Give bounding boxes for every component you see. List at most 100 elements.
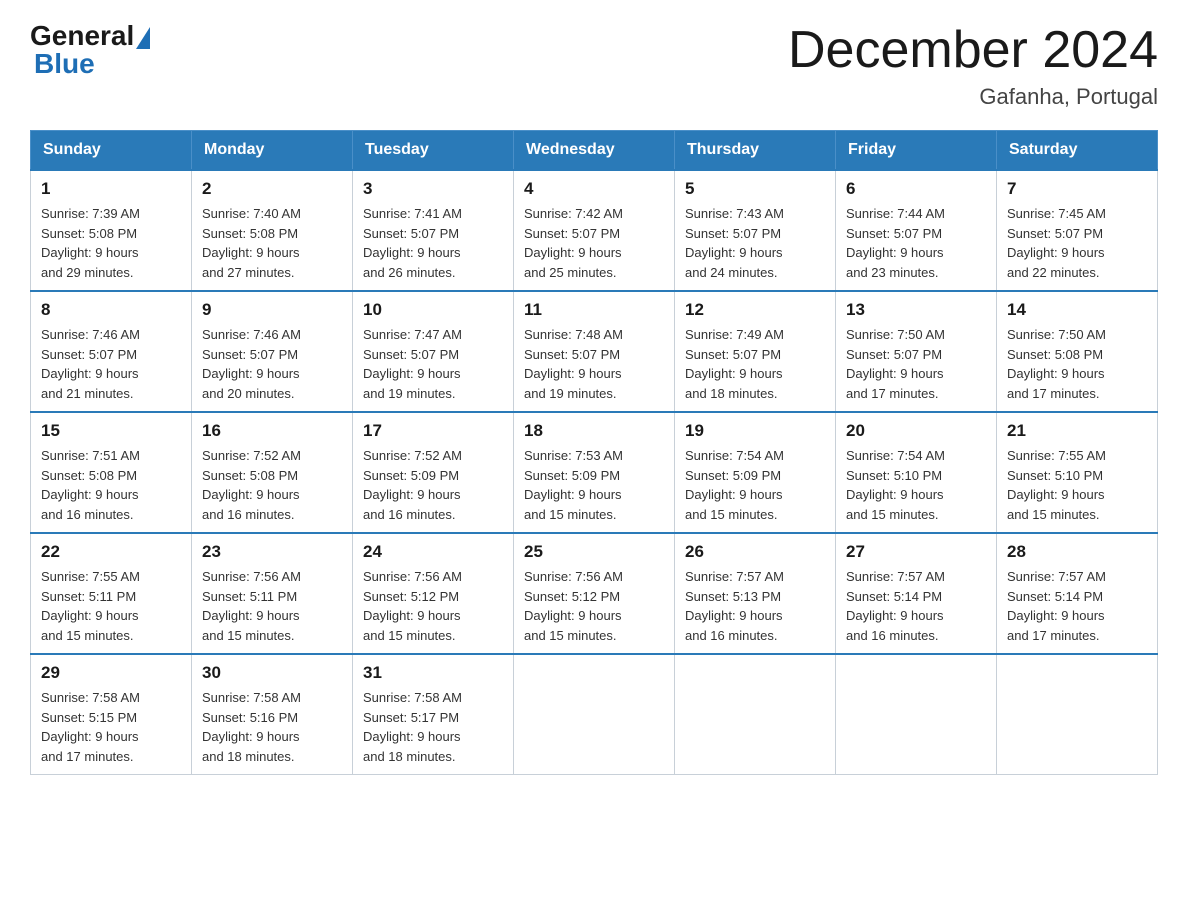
day-cell-26: 26Sunrise: 7:57 AMSunset: 5:13 PMDayligh… xyxy=(675,533,836,654)
day-info-21: Sunrise: 7:55 AMSunset: 5:10 PMDaylight:… xyxy=(1007,446,1147,524)
day-info-4: Sunrise: 7:42 AMSunset: 5:07 PMDaylight:… xyxy=(524,204,664,282)
day-number-26: 26 xyxy=(685,542,825,562)
day-number-13: 13 xyxy=(846,300,986,320)
day-cell-16: 16Sunrise: 7:52 AMSunset: 5:08 PMDayligh… xyxy=(192,412,353,533)
day-cell-27: 27Sunrise: 7:57 AMSunset: 5:14 PMDayligh… xyxy=(836,533,997,654)
title-block: December 2024 Gafanha, Portugal xyxy=(788,20,1158,110)
day-info-20: Sunrise: 7:54 AMSunset: 5:10 PMDaylight:… xyxy=(846,446,986,524)
day-number-28: 28 xyxy=(1007,542,1147,562)
day-info-29: Sunrise: 7:58 AMSunset: 5:15 PMDaylight:… xyxy=(41,688,181,766)
day-cell-29: 29 Sunrise: 7:58 AMSunset: 5:15 PMDayligh… xyxy=(31,654,192,775)
day-info-11: Sunrise: 7:48 AMSunset: 5:07 PMDaylight:… xyxy=(524,325,664,403)
day-info-5: Sunrise: 7:43 AMSunset: 5:07 PMDaylight:… xyxy=(685,204,825,282)
day-info-30: Sunrise: 7:58 AMSunset: 5:16 PMDaylight:… xyxy=(202,688,342,766)
day-number-23: 23 xyxy=(202,542,342,562)
day-number-6: 6 xyxy=(846,179,986,199)
day-cell-15: 15 Sunrise: 7:51 AMSunset: 5:08 PMDayligh… xyxy=(31,412,192,533)
day-cell-3: 3 Sunrise: 7:41 AMSunset: 5:07 PMDaylight… xyxy=(353,170,514,291)
calendar-header-row: SundayMondayTuesdayWednesdayThursdayFrid… xyxy=(31,131,1158,171)
day-info-8: Sunrise: 7:46 AMSunset: 5:07 PMDaylight:… xyxy=(41,325,181,403)
page-header: General Blue December 2024 Gafanha, Port… xyxy=(30,20,1158,110)
day-number-8: 8 xyxy=(41,300,181,320)
week-row-3: 15 Sunrise: 7:51 AMSunset: 5:08 PMDayligh… xyxy=(31,412,1158,533)
day-cell-19: 19 Sunrise: 7:54 AMSunset: 5:09 PMDayligh… xyxy=(675,412,836,533)
day-cell-2: 2 Sunrise: 7:40 AMSunset: 5:08 PMDaylight… xyxy=(192,170,353,291)
col-header-wednesday: Wednesday xyxy=(514,131,675,171)
day-cell-5: 5 Sunrise: 7:43 AMSunset: 5:07 PMDaylight… xyxy=(675,170,836,291)
week-row-4: 22Sunrise: 7:55 AMSunset: 5:11 PMDayligh… xyxy=(31,533,1158,654)
day-number-1: 1 xyxy=(41,179,181,199)
calendar-table: SundayMondayTuesdayWednesdayThursdayFrid… xyxy=(30,130,1158,775)
col-header-sunday: Sunday xyxy=(31,131,192,171)
day-number-15: 15 xyxy=(41,421,181,441)
day-number-20: 20 xyxy=(846,421,986,441)
day-cell-7: 7Sunrise: 7:45 AMSunset: 5:07 PMDaylight… xyxy=(997,170,1158,291)
location: Gafanha, Portugal xyxy=(788,84,1158,110)
day-cell-28: 28 Sunrise: 7:57 AMSunset: 5:14 PMDayligh… xyxy=(997,533,1158,654)
day-cell-20: 20 Sunrise: 7:54 AMSunset: 5:10 PMDayligh… xyxy=(836,412,997,533)
day-number-30: 30 xyxy=(202,663,342,683)
day-info-6: Sunrise: 7:44 AMSunset: 5:07 PMDaylight:… xyxy=(846,204,986,282)
logo: General Blue xyxy=(30,20,152,80)
week-row-2: 8 Sunrise: 7:46 AMSunset: 5:07 PMDaylight… xyxy=(31,291,1158,412)
day-cell-31: 31 Sunrise: 7:58 AMSunset: 5:17 PMDayligh… xyxy=(353,654,514,775)
col-header-tuesday: Tuesday xyxy=(353,131,514,171)
empty-cell xyxy=(997,654,1158,775)
day-info-18: Sunrise: 7:53 AMSunset: 5:09 PMDaylight:… xyxy=(524,446,664,524)
day-info-3: Sunrise: 7:41 AMSunset: 5:07 PMDaylight:… xyxy=(363,204,503,282)
day-cell-12: 12Sunrise: 7:49 AMSunset: 5:07 PMDayligh… xyxy=(675,291,836,412)
day-number-25: 25 xyxy=(524,542,664,562)
day-info-9: Sunrise: 7:46 AMSunset: 5:07 PMDaylight:… xyxy=(202,325,342,403)
day-cell-4: 4 Sunrise: 7:42 AMSunset: 5:07 PMDaylight… xyxy=(514,170,675,291)
day-info-15: Sunrise: 7:51 AMSunset: 5:08 PMDaylight:… xyxy=(41,446,181,524)
col-header-friday: Friday xyxy=(836,131,997,171)
day-info-1: Sunrise: 7:39 AMSunset: 5:08 PMDaylight:… xyxy=(41,204,181,282)
day-number-29: 29 xyxy=(41,663,181,683)
day-cell-10: 10 Sunrise: 7:47 AMSunset: 5:07 PMDayligh… xyxy=(353,291,514,412)
day-number-24: 24 xyxy=(363,542,503,562)
day-number-18: 18 xyxy=(524,421,664,441)
day-number-11: 11 xyxy=(524,300,664,320)
day-cell-24: 24 Sunrise: 7:56 AMSunset: 5:12 PMDayligh… xyxy=(353,533,514,654)
logo-triangle-icon xyxy=(136,27,150,49)
day-number-4: 4 xyxy=(524,179,664,199)
day-number-19: 19 xyxy=(685,421,825,441)
day-cell-17: 17Sunrise: 7:52 AMSunset: 5:09 PMDayligh… xyxy=(353,412,514,533)
day-number-17: 17 xyxy=(363,421,503,441)
day-info-13: Sunrise: 7:50 AMSunset: 5:07 PMDaylight:… xyxy=(846,325,986,403)
day-cell-25: 25 Sunrise: 7:56 AMSunset: 5:12 PMDayligh… xyxy=(514,533,675,654)
day-info-24: Sunrise: 7:56 AMSunset: 5:12 PMDaylight:… xyxy=(363,567,503,645)
day-info-2: Sunrise: 7:40 AMSunset: 5:08 PMDaylight:… xyxy=(202,204,342,282)
day-info-28: Sunrise: 7:57 AMSunset: 5:14 PMDaylight:… xyxy=(1007,567,1147,645)
day-info-25: Sunrise: 7:56 AMSunset: 5:12 PMDaylight:… xyxy=(524,567,664,645)
day-info-16: Sunrise: 7:52 AMSunset: 5:08 PMDaylight:… xyxy=(202,446,342,524)
day-info-31: Sunrise: 7:58 AMSunset: 5:17 PMDaylight:… xyxy=(363,688,503,766)
day-number-10: 10 xyxy=(363,300,503,320)
day-number-3: 3 xyxy=(363,179,503,199)
day-cell-13: 13 Sunrise: 7:50 AMSunset: 5:07 PMDayligh… xyxy=(836,291,997,412)
day-cell-23: 23 Sunrise: 7:56 AMSunset: 5:11 PMDayligh… xyxy=(192,533,353,654)
day-info-19: Sunrise: 7:54 AMSunset: 5:09 PMDaylight:… xyxy=(685,446,825,524)
col-header-saturday: Saturday xyxy=(997,131,1158,171)
day-cell-8: 8 Sunrise: 7:46 AMSunset: 5:07 PMDaylight… xyxy=(31,291,192,412)
day-number-2: 2 xyxy=(202,179,342,199)
day-number-21: 21 xyxy=(1007,421,1147,441)
day-number-12: 12 xyxy=(685,300,825,320)
day-info-10: Sunrise: 7:47 AMSunset: 5:07 PMDaylight:… xyxy=(363,325,503,403)
day-info-22: Sunrise: 7:55 AMSunset: 5:11 PMDaylight:… xyxy=(41,567,181,645)
day-number-5: 5 xyxy=(685,179,825,199)
logo-blue: Blue xyxy=(34,48,95,79)
day-info-14: Sunrise: 7:50 AMSunset: 5:08 PMDaylight:… xyxy=(1007,325,1147,403)
day-number-7: 7 xyxy=(1007,179,1147,199)
day-number-14: 14 xyxy=(1007,300,1147,320)
day-cell-9: 9Sunrise: 7:46 AMSunset: 5:07 PMDaylight… xyxy=(192,291,353,412)
day-info-23: Sunrise: 7:56 AMSunset: 5:11 PMDaylight:… xyxy=(202,567,342,645)
month-title: December 2024 xyxy=(788,20,1158,80)
day-number-31: 31 xyxy=(363,663,503,683)
day-cell-21: 21 Sunrise: 7:55 AMSunset: 5:10 PMDayligh… xyxy=(997,412,1158,533)
empty-cell xyxy=(836,654,997,775)
day-cell-6: 6 Sunrise: 7:44 AMSunset: 5:07 PMDaylight… xyxy=(836,170,997,291)
day-number-27: 27 xyxy=(846,542,986,562)
empty-cell xyxy=(514,654,675,775)
day-cell-11: 11 Sunrise: 7:48 AMSunset: 5:07 PMDayligh… xyxy=(514,291,675,412)
